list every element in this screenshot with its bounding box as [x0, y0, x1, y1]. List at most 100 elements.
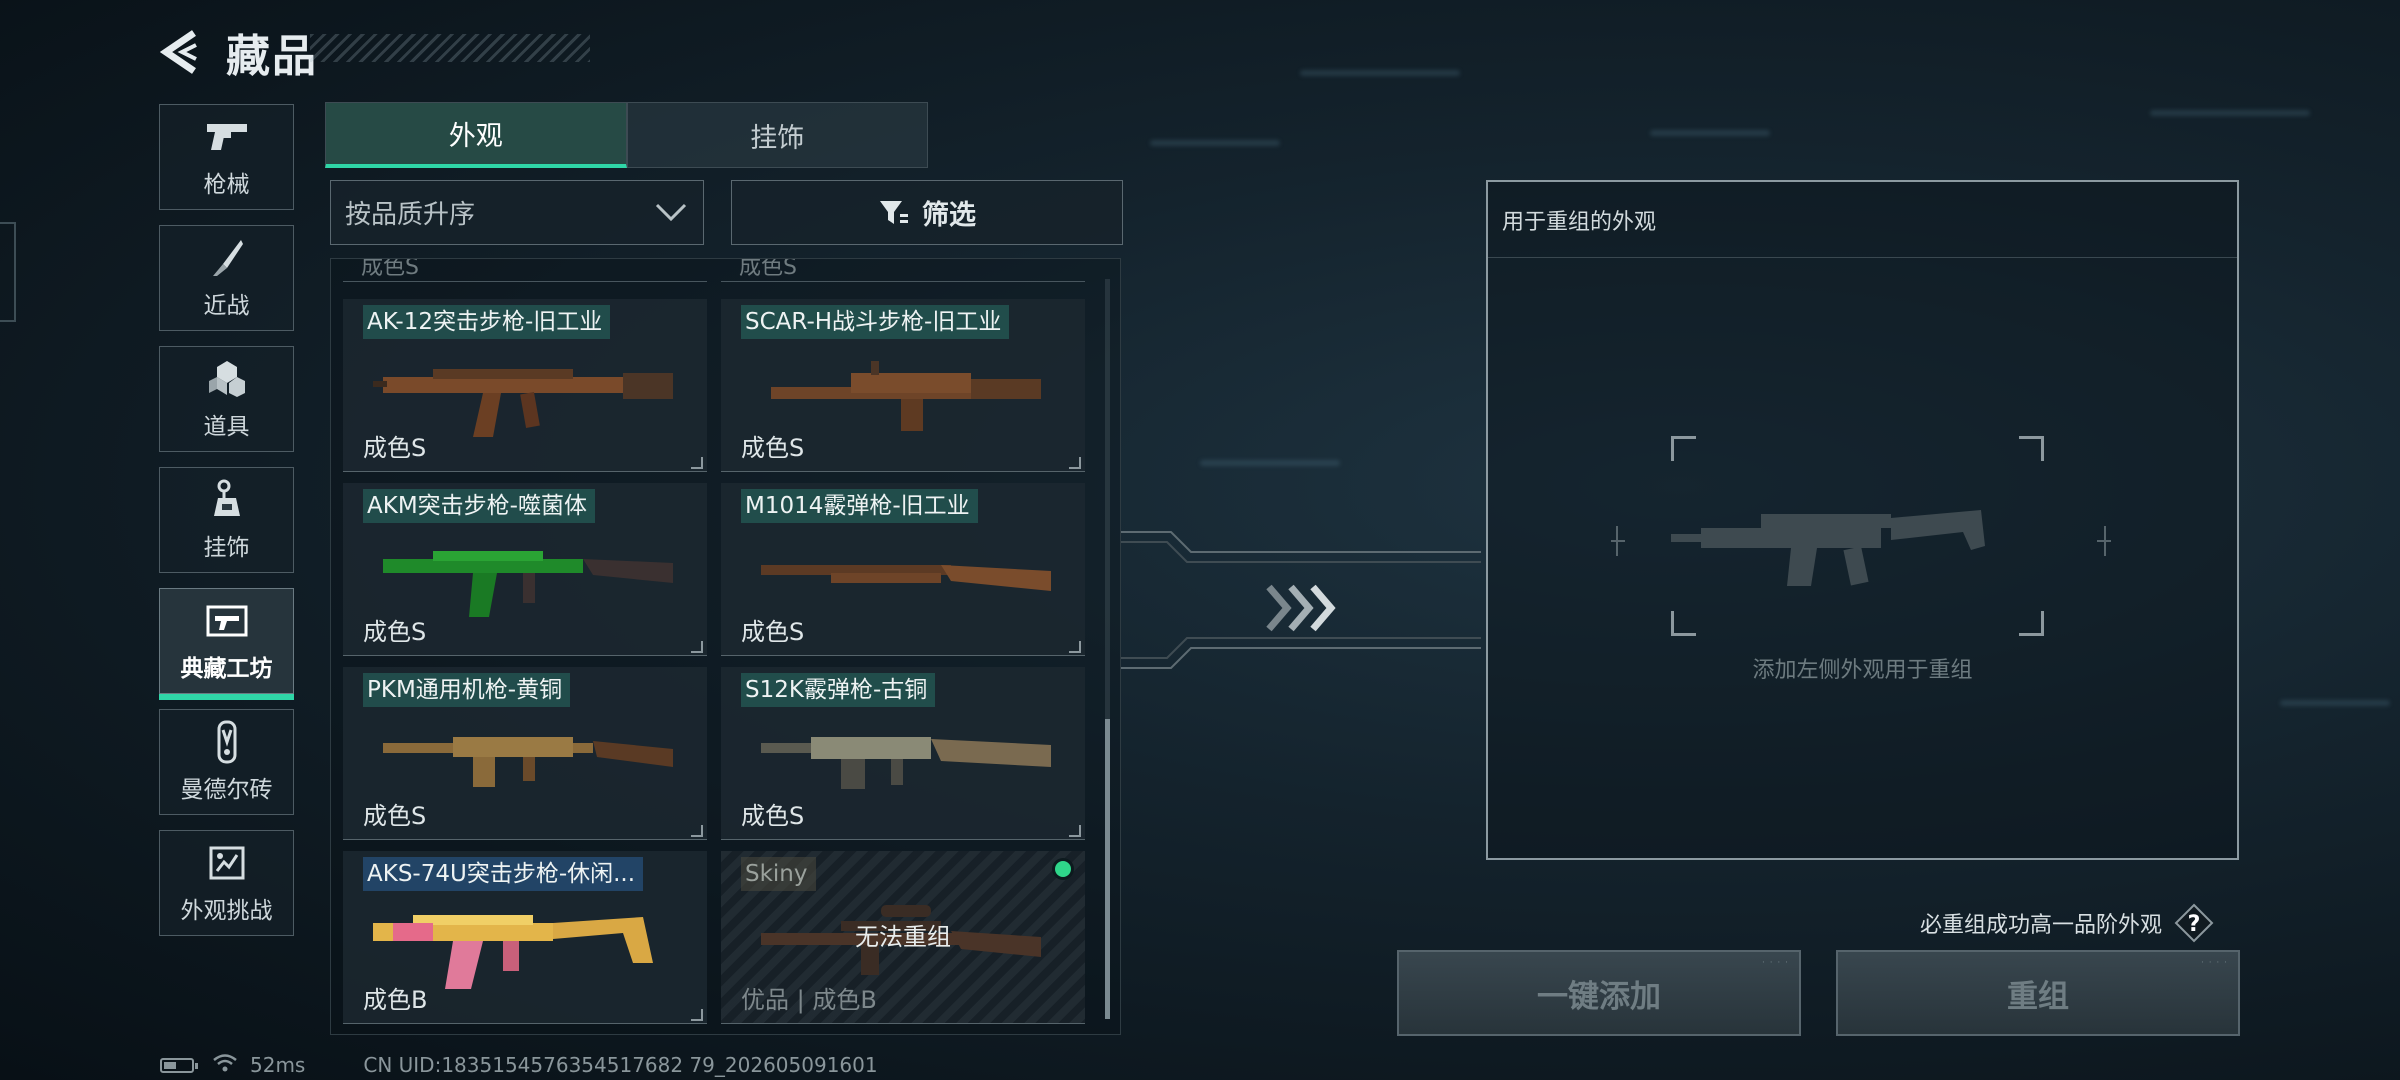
item-name: S12K霰弹枪-古铜 [741, 673, 936, 707]
status-dot [1055, 861, 1071, 877]
pistol-icon [205, 115, 249, 159]
triple-chevron-right-icon [1265, 583, 1341, 637]
svg-text:?: ? [2188, 912, 2201, 937]
battery-icon [160, 1057, 198, 1073]
panel-tick [1486, 254, 1496, 262]
item-grade: 成色S [741, 434, 805, 462]
nav-item-melee[interactable]: 近战 [159, 225, 294, 331]
page-title: 藏品 [226, 31, 318, 82]
list-item-partial[interactable]: 成色S [343, 258, 707, 282]
weapon-image [771, 361, 1041, 431]
add-all-button[interactable]: · · · · 一键添加 [1397, 950, 1801, 1036]
skin-list[interactable]: 成色S 成色S AK-12突击步枪-旧工业 成色S SCAR-H战斗步枪-旧工业… [330, 258, 1121, 1035]
nav-label: 外观挑战 [180, 898, 273, 924]
help-icon[interactable]: ? [2174, 903, 2214, 943]
button-decoration: · · · · [1761, 958, 1789, 968]
list-item[interactable]: SCAR-H战斗步枪-旧工业 成色S [721, 299, 1085, 472]
challenge-icon [205, 841, 249, 885]
nav-item-charms[interactable]: 挂饰 [159, 467, 294, 573]
item-name: AKM突击步枪-噬菌体 [363, 489, 595, 523]
item-grade: 成色S [361, 258, 419, 280]
nav-item-workshop[interactable]: 典藏工坊 [159, 588, 294, 700]
nav-label: 典藏工坊 [180, 656, 273, 682]
card-corner [691, 457, 703, 469]
card-corner [691, 641, 703, 653]
nav-item-skin-challenge[interactable]: 外观挑战 [159, 830, 294, 936]
nav-label: 近战 [203, 293, 250, 319]
item-grade: 成色S [741, 802, 805, 830]
item-grade: 成色B [363, 986, 428, 1014]
note-text: 必重组成功高一品阶外观 [1920, 913, 2163, 938]
card-corner [1069, 457, 1081, 469]
nav-item-guns[interactable]: 枪械 [159, 104, 294, 210]
charm-icon [205, 478, 249, 522]
list-item[interactable]: AKS-74U突击步枪-休闲... 成色B [343, 851, 707, 1024]
remix-guarantee-note: 必重组成功高一品阶外观 ? [1920, 903, 2214, 943]
item-grade: 成色S [363, 434, 427, 462]
list-item[interactable]: AKM突击步枪-噬菌体 成色S [343, 483, 707, 656]
back-arrow-icon[interactable] [160, 27, 200, 77]
list-item[interactable]: AK-12突击步枪-旧工业 成色S [343, 299, 707, 472]
background-streak [1200, 460, 1340, 466]
rifle-placeholder-icon [1611, 510, 2111, 586]
nav-label: 曼德尔砖 [180, 777, 273, 803]
ping-readout: 52ms [250, 1053, 306, 1077]
cannot-remix-label: 无法重组 [855, 923, 951, 951]
sort-dropdown[interactable]: 按品质升序 [330, 180, 704, 245]
remix-target-panel: 用于重组的外观 添加左侧外观用于重组 [1486, 180, 2239, 860]
background-streak [1150, 140, 1280, 146]
remix-drop-slot[interactable] [1611, 436, 2111, 636]
filter-button[interactable]: 筛选 [731, 180, 1123, 245]
panel-divider [1488, 257, 2237, 258]
card-corner [691, 1009, 703, 1021]
nav-label: 枪械 [203, 172, 250, 198]
weapon-image [373, 915, 653, 989]
add-all-label: 一键添加 [1537, 978, 1661, 1015]
item-name: SCAR-H战斗步枪-旧工业 [741, 305, 1010, 339]
knife-icon [205, 236, 249, 280]
nav-item-mandel-brick[interactable]: 曼德尔砖 [159, 709, 294, 815]
background-streak [1300, 70, 1460, 76]
item-grade: 成色S [363, 618, 427, 646]
slot-corner [2019, 436, 2044, 461]
remix-label: 重组 [2007, 978, 2069, 1015]
user-uid: CN UID:1835154576354517682 79_2026050916… [363, 1053, 878, 1077]
wifi-icon [212, 1053, 238, 1078]
list-partial-row: 成色S 成色S [331, 259, 1120, 287]
card-corner [1069, 641, 1081, 653]
scrollbar-thumb[interactable] [1105, 719, 1110, 1019]
panel-tick [2229, 254, 2239, 262]
card-corner [691, 825, 703, 837]
empty-slot-hint: 添加左侧外观用于重组 [1752, 658, 1973, 683]
slot-corner [1671, 436, 1696, 461]
category-nav: 枪械 近战 道具 挂饰 典藏工坊 曼德尔砖 外观挑战 [159, 104, 296, 951]
item-name: AKS-74U突击步枪-休闲... [363, 857, 644, 891]
nav-item-items[interactable]: 道具 [159, 346, 294, 452]
panel-title: 用于重组的外观 [1502, 210, 1657, 235]
slot-corner [1671, 611, 1696, 636]
tab-appearance[interactable]: 外观 [325, 102, 627, 168]
weapon-image [383, 737, 673, 787]
tab-charms[interactable]: 挂饰 [626, 102, 928, 168]
item-name: Skiny [741, 857, 816, 891]
list-scrollbar[interactable] [1105, 279, 1110, 1019]
status-bar: 52ms CN UID:1835154576354517682 79_20260… [160, 1052, 878, 1078]
item-grade: 成色S [741, 618, 805, 646]
weapon-image [373, 369, 673, 437]
list-item[interactable]: PKM通用机枪-黄铜 成色S [343, 667, 707, 840]
list-item[interactable]: S12K霰弹枪-古铜 成色S [721, 667, 1085, 840]
list-item-disabled[interactable]: Skiny 无法重组 优品 | 成色B [721, 851, 1085, 1024]
sort-label: 按品质升序 [345, 200, 476, 230]
list-item[interactable]: M1014霰弹枪-旧工业 成色S [721, 483, 1085, 656]
weapon-image [761, 737, 1051, 789]
nav-label: 道具 [203, 414, 250, 440]
item-name: PKM通用机枪-黄铜 [363, 673, 571, 707]
item-name: M1014霰弹枪-旧工业 [741, 489, 978, 523]
item-grade: 成色S [363, 802, 427, 830]
remix-button[interactable]: · · · · 重组 [1836, 950, 2240, 1036]
side-edge-tab [0, 222, 16, 322]
card-corner [1069, 825, 1081, 837]
tab-bar: 外观 挂饰 [325, 102, 928, 168]
list-item-partial[interactable]: 成色S [721, 259, 1085, 282]
background-streak [2280, 700, 2390, 706]
